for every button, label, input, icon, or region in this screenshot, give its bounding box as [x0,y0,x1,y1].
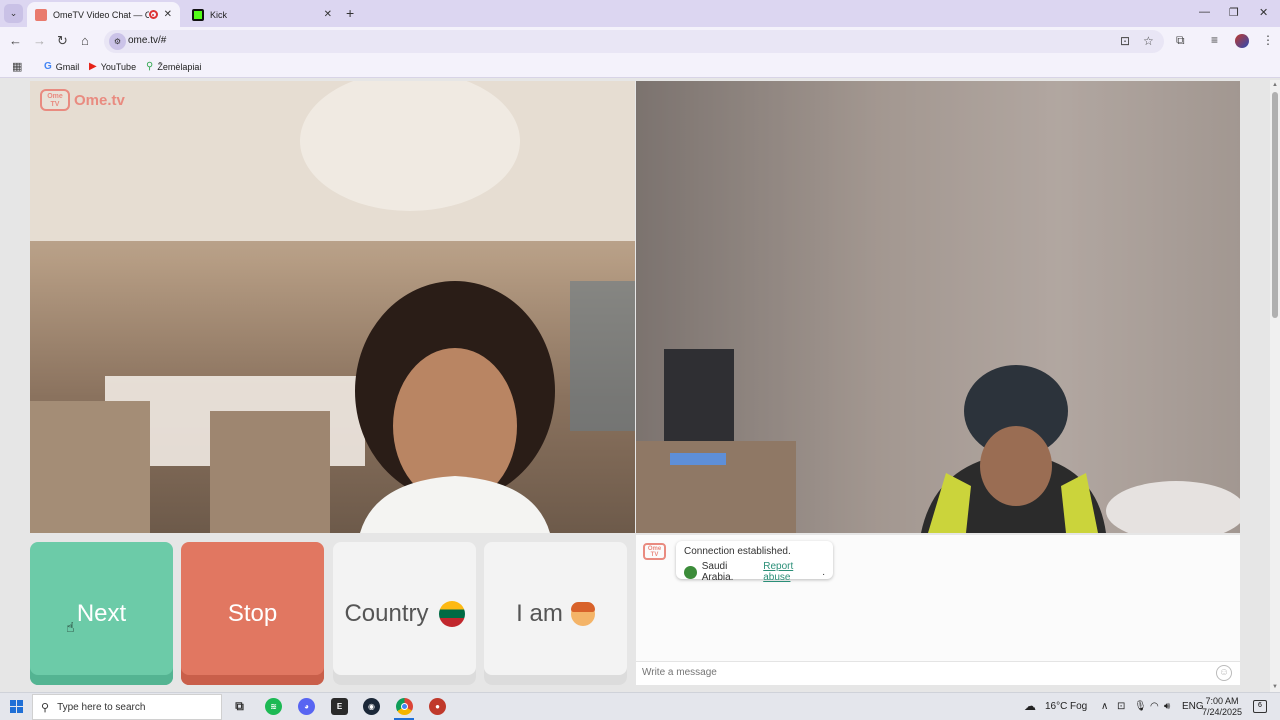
search-placeholder: Type here to search [57,701,146,713]
country-label: Country [344,599,429,627]
tab-title: Kick [210,9,228,20]
back-icon[interactable]: ← [9,33,22,48]
bookmark-maps[interactable]: ⚲ Žemėlapiai [146,61,201,72]
weather-fog-icon[interactable]: ☁ [1024,699,1036,713]
logo-badge: Ome TV [40,89,70,111]
recording-indicator-icon [148,10,158,19]
page-scrollbar[interactable]: ▲ ▼ [1270,80,1280,692]
wifi-icon[interactable]: ◠ [1150,701,1159,712]
address-bar[interactable]: ⚙ ome.tv/# ⊡ ☆ [104,30,1164,53]
windows-taskbar: ⚲ Type here to search ⧉ ≋ ◕ E ◉ ● ☁ 16°C… [0,692,1280,720]
chat-logo-icon: Ome TV [643,543,666,560]
country-button[interactable]: Country [333,542,476,685]
site-info-icon[interactable]: ⚙ [109,33,126,50]
lithuania-flag-icon [438,600,465,627]
weather-temp[interactable]: 16°C [1045,701,1067,712]
clock-date: 7/24/2025 [1202,707,1243,717]
notification-center-icon[interactable]: 6 [1253,700,1267,713]
boy-emoji-icon [570,601,595,626]
chrome-icon[interactable] [396,698,413,715]
tab-search-chevron-icon[interactable]: ⌄ [4,4,23,23]
ometv-favicon-icon [35,8,47,21]
next-label: Next [76,599,127,627]
youtube-icon: ▶ [89,61,97,72]
reload-icon[interactable]: ↻ [57,33,68,49]
report-suffix: . [822,566,825,578]
gender-button[interactable]: I am [484,542,627,685]
tab-close-icon[interactable]: ✕ [324,9,332,20]
local-video-scene [30,81,635,533]
obs-recorder-icon[interactable]: ● [429,698,446,715]
restore-icon[interactable]: ❐ [1229,6,1239,19]
system-message: Connection established. Saudi Arabia. Re… [676,541,833,583]
discord-icon[interactable]: ◕ [298,698,315,715]
install-app-icon[interactable]: ⊡ [1120,34,1130,48]
apps-grid-icon[interactable]: ▦ [12,60,22,73]
remote-video-scene [636,81,1240,533]
stop-button[interactable]: Stop [181,542,324,685]
steam-icon[interactable]: ◉ [363,698,380,715]
bookmark-gmail[interactable]: G Gmail [44,61,79,72]
weather-desc[interactable]: Fog [1070,701,1087,712]
language-indicator[interactable]: ENG [1182,701,1204,712]
tab-ometv[interactable]: OmeTV Video Chat — Ome ✕ [27,2,180,27]
media-control-icon[interactable]: ≡ [1211,33,1218,47]
bookmark-youtube[interactable]: ▶ YouTube [89,61,136,72]
partner-country: Saudi Arabia. [701,561,734,583]
extensions-icon[interactable]: ⧉ [1176,33,1185,48]
local-video-feed [30,81,635,533]
tab-title: OmeTV Video Chat — Ome [53,9,149,20]
microphone-icon[interactable]: 🎙︎ [1134,701,1147,712]
tab-kick[interactable]: Kick ✕ [184,2,340,27]
connection-status: Connection established. [684,546,791,557]
report-abuse-link[interactable]: Report abuse [763,561,822,583]
search-icon: ⚲ [41,701,50,714]
stop-label: Stop [227,599,278,627]
emoji-picker-icon[interactable]: ☺ [1216,665,1232,681]
chat-panel: Ome TV Connection established. Saudi Ara… [636,535,1240,685]
tab-close-icon[interactable]: ✕ [164,9,172,20]
message-input-area: ☺ [636,661,1240,685]
clock[interactable]: 7:00 AM 7/24/2025 [1202,696,1242,718]
iam-label: I am [516,599,563,627]
url-text[interactable]: ome.tv/# [128,35,166,46]
logo-wordmark: Ome.tv [74,91,125,109]
home-icon[interactable]: ⌂ [81,33,89,48]
epic-games-icon[interactable]: E [331,698,348,715]
bookmarks-bar: ▦ G Gmail ▶ YouTube ⚲ Žemėlapiai [0,56,1280,78]
maps-pin-icon: ⚲ [146,61,154,72]
window-close-icon[interactable]: ✕ [1259,6,1268,19]
taskbar-search[interactable]: ⚲ Type here to search [32,694,222,720]
menu-kebab-icon[interactable]: ⋮ [1262,33,1274,47]
remote-video-feed [636,81,1240,533]
clock-time: 7:00 AM [1205,696,1239,706]
browser-toolbar: ← → ↻ ⌂ ⚙ ome.tv/# ⊡ ☆ ⧉ ≡ ⋮ [0,27,1280,56]
bookmark-star-icon[interactable]: ☆ [1143,34,1154,48]
message-input[interactable] [642,667,1202,678]
forward-icon[interactable]: → [33,33,46,48]
scroll-up-arrow-icon[interactable]: ▲ [1272,82,1278,88]
minimize-icon[interactable]: — [1199,6,1210,18]
next-button[interactable]: Next [30,542,173,685]
mouse-cursor-icon: ☝ [66,619,75,635]
new-tab-icon[interactable]: + [346,5,354,21]
saudi-arabia-flag-icon [684,565,697,579]
spotify-icon[interactable]: ≋ [265,698,282,715]
task-view-icon[interactable]: ⧉ [231,698,248,715]
windows-start-icon[interactable] [10,700,23,713]
kick-favicon-icon [192,8,204,21]
network-adapter-icon[interactable]: ⊡ [1117,701,1125,712]
ometv-logo[interactable]: Ome TV Ome.tv [40,89,125,111]
scrollbar-thumb[interactable] [1272,92,1278,318]
scroll-down-arrow-icon[interactable]: ▼ [1272,684,1278,690]
profile-avatar[interactable] [1235,34,1249,48]
tray-chevron-icon[interactable]: ∧ [1101,701,1108,712]
tab-strip: ⌄ OmeTV Video Chat — Ome ✕ Kick ✕ + — ❐ … [0,0,1280,27]
volume-icon[interactable]: 🔊︎ [1164,701,1170,712]
google-icon: G [44,61,52,72]
